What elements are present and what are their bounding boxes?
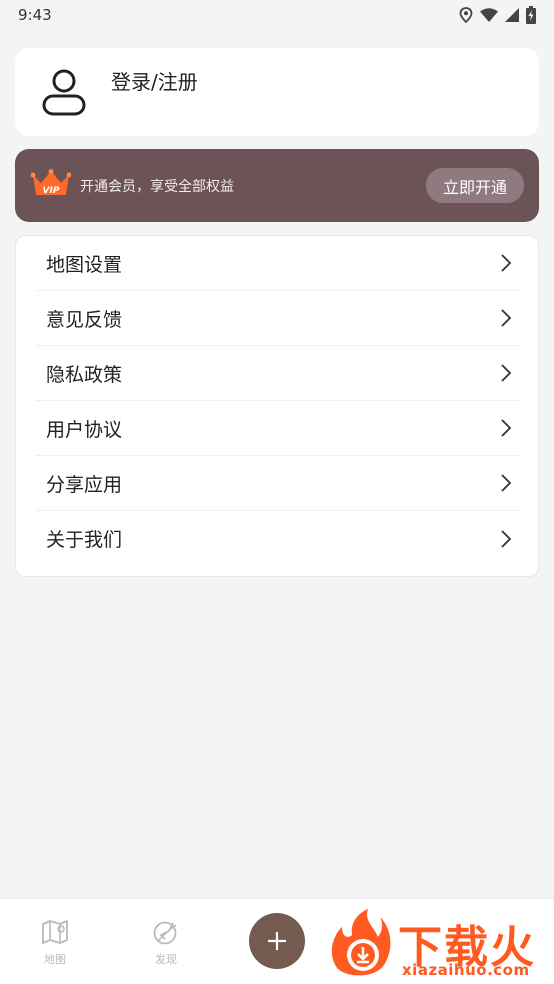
menu-item-user-agreement[interactable]: 用户协议 [36, 401, 518, 456]
location-icon [459, 7, 473, 23]
map-icon [42, 920, 68, 944]
watermark-url: xiazaihuo.com [402, 961, 530, 979]
chevron-right-icon [501, 474, 512, 492]
menu-item-privacy-policy[interactable]: 隐私政策 [36, 346, 518, 401]
watermark: 下载火 xiazaihuo.com [328, 909, 550, 981]
nav-tab-label: 地图 [44, 953, 66, 966]
menu-item-about-us[interactable]: 关于我们 [36, 511, 518, 566]
nav-tab-map[interactable]: 地图 [35, 919, 75, 967]
wifi-icon [480, 8, 498, 22]
vip-promo-text: 开通会员，享受全部权益 [80, 179, 234, 195]
plus-icon [268, 932, 286, 950]
fire-logo-icon [331, 909, 391, 976]
user-avatar-icon [42, 69, 86, 116]
menu-item-label: 意见反馈 [46, 308, 123, 331]
compass-icon [153, 921, 177, 945]
menu-item-label: 隐私政策 [46, 363, 123, 386]
menu-item-label: 分享应用 [46, 473, 123, 496]
vip-open-button[interactable]: 立即开通 [426, 168, 524, 203]
status-bar: 9:43 [0, 0, 554, 30]
profile-screen: 9:43 登录/注册 VIP 开通会员，享受全部权益 立即开通 地图设置 意见反… [0, 0, 554, 984]
chevron-right-icon [501, 364, 512, 382]
chevron-right-icon [501, 254, 512, 272]
add-button[interactable] [249, 913, 305, 969]
chevron-right-icon [501, 529, 512, 548]
vip-badge-text: VIP [43, 186, 60, 196]
battery-charging-icon [526, 6, 536, 24]
menu-item-label: 关于我们 [46, 529, 123, 551]
vip-crown-icon: VIP [31, 169, 71, 196]
status-time: 9:43 [18, 6, 52, 24]
chevron-right-icon [501, 309, 512, 327]
status-icons [459, 6, 536, 24]
login-card[interactable]: 登录/注册 [15, 48, 539, 136]
menu-item-feedback[interactable]: 意见反馈 [36, 291, 518, 346]
bottom-nav: 地图 发现 下载火 xiazaihuo.com [0, 898, 554, 984]
vip-banner[interactable]: VIP 开通会员，享受全部权益 立即开通 [15, 149, 539, 222]
signal-icon [505, 8, 519, 22]
settings-menu: 地图设置 意见反馈 隐私政策 用户协议 分享应用 关于我们 [15, 235, 539, 577]
login-register-label[interactable]: 登录/注册 [111, 66, 198, 95]
menu-item-label: 用户协议 [46, 418, 123, 441]
nav-tab-discover[interactable]: 发现 [146, 919, 186, 967]
menu-item-map-settings[interactable]: 地图设置 [36, 236, 518, 291]
menu-item-share-app[interactable]: 分享应用 [36, 456, 518, 511]
menu-item-label: 地图设置 [46, 253, 123, 276]
nav-tab-label: 发现 [155, 953, 177, 966]
chevron-right-icon [501, 419, 512, 437]
